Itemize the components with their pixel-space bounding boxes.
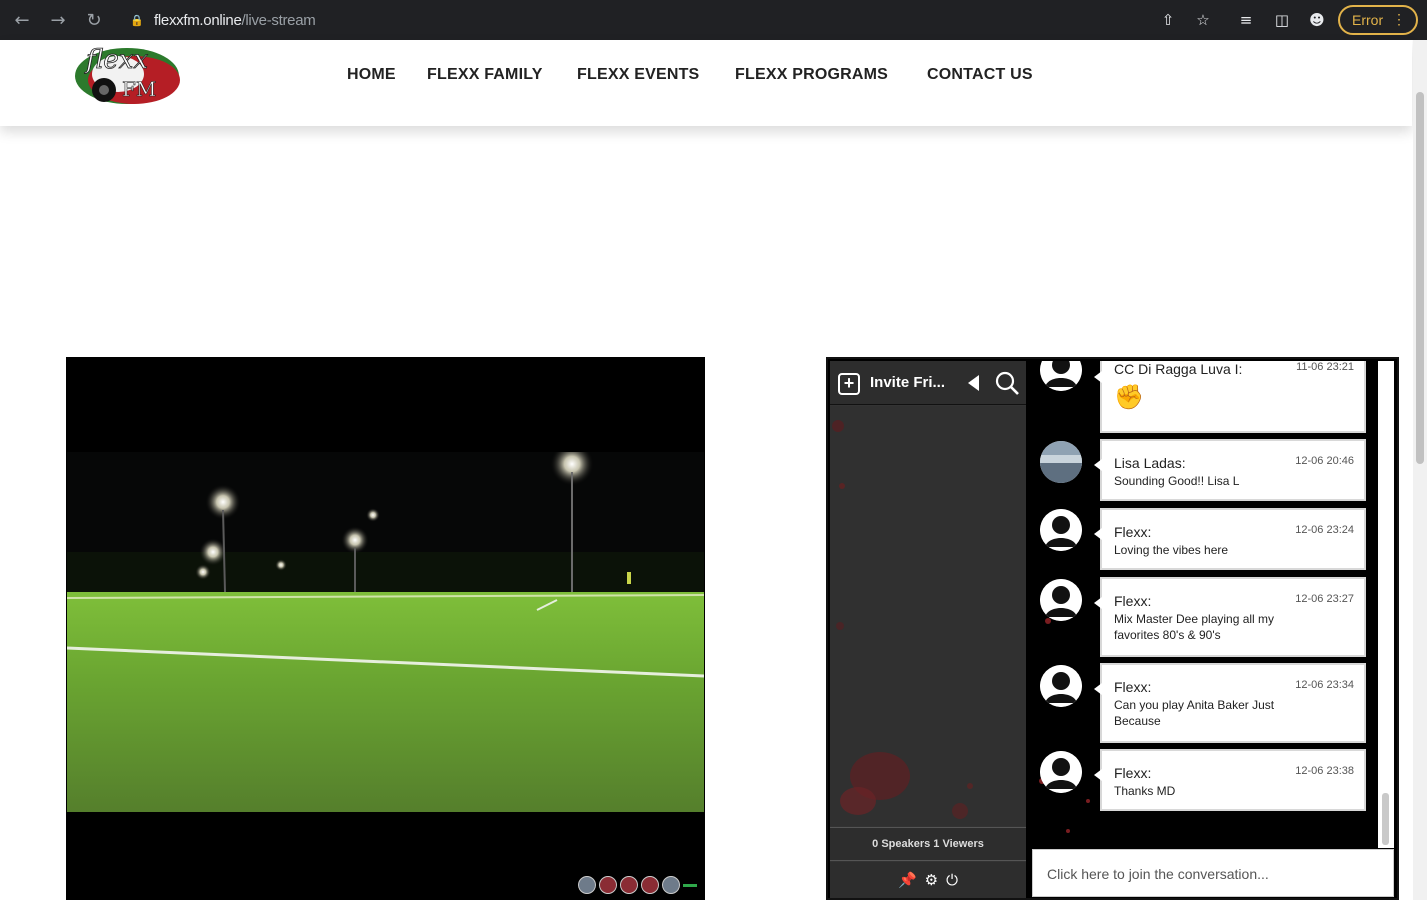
chat-messages: CC Di Ragga Luva I: 11-06 23:21 ✊ Lisa L… xyxy=(1028,361,1397,898)
nav-flexx-programs[interactable]: FLEXX PROGRAMS xyxy=(735,66,888,84)
plus-icon[interactable]: + xyxy=(838,373,860,395)
message-author: CC Di Ragga Luva I: xyxy=(1114,361,1243,377)
address-bar[interactable]: 🔒 flexxfm.online/live-stream xyxy=(118,6,1338,34)
nav-contact-us[interactable]: CONTACT US xyxy=(927,66,1033,84)
message-time: 12-06 23:27 xyxy=(1295,593,1354,605)
avatar xyxy=(1040,441,1082,483)
badge-icon xyxy=(578,876,596,894)
nav-flexx-events[interactable]: FLEXX EVENTS xyxy=(577,66,699,84)
join-placeholder: Click here to join the conversation... xyxy=(1047,866,1269,882)
chat-scrollbar-thumb[interactable] xyxy=(1382,793,1389,845)
chat-tools: 📌 ⚙ ⏻ xyxy=(830,862,1026,898)
message-time: 12-06 23:34 xyxy=(1295,679,1354,691)
stream-badges xyxy=(578,876,697,894)
url-path: /live-stream xyxy=(241,11,316,29)
chat-message: Flexx: 12-06 23:24 Loving the vibes here xyxy=(1094,508,1366,570)
message-author: Flexx: xyxy=(1114,593,1152,609)
chat-topbar: + Invite Fri... xyxy=(830,361,1026,405)
avatar xyxy=(1040,509,1082,551)
chat-scrollbar[interactable] xyxy=(1378,361,1394,848)
reading-list-icon[interactable]: ≡ xyxy=(1236,10,1256,30)
arrow-left-icon[interactable]: ← xyxy=(10,8,34,32)
video-player[interactable] xyxy=(66,357,705,900)
url-host: flexxfm.online xyxy=(154,11,242,29)
nav-home[interactable]: HOME xyxy=(347,66,396,84)
message-author: Lisa Ladas: xyxy=(1114,455,1186,471)
flexx-fm-logo[interactable]: flexx FM xyxy=(72,40,182,106)
avatar xyxy=(1040,751,1082,793)
browser-toolbar: ← → ↻ 🔒 flexxfm.online/live-stream ⇧ ☆ ≡… xyxy=(0,0,1427,40)
chat-message: Flexx: 12-06 23:27 Mix Master Dee playin… xyxy=(1094,577,1366,657)
gear-icon[interactable]: ⚙ xyxy=(925,871,938,889)
page-scrollbar-thumb[interactable] xyxy=(1416,92,1424,464)
badge-icon xyxy=(662,876,680,894)
message-text: Thanks MD xyxy=(1114,784,1176,798)
error-button[interactable]: Error ⋮ xyxy=(1338,5,1418,35)
badge-icon xyxy=(683,883,697,887)
logo-text-top: flexx xyxy=(84,45,148,75)
menu-icon[interactable]: ⋮ xyxy=(1392,11,1406,28)
profile-icon[interactable]: ☻ xyxy=(1307,10,1327,30)
fist-emoji-icon: ✊ xyxy=(1114,383,1144,411)
message-text: Can you play Anita Baker Just Because xyxy=(1114,698,1275,728)
message-text: Mix Master Dee playing all my favorites … xyxy=(1114,612,1275,642)
lock-icon[interactable]: 🔒 xyxy=(130,13,144,27)
error-label: Error xyxy=(1352,12,1384,28)
logo-text-bottom: FM xyxy=(122,77,156,101)
message-time: 11-06 23:21 xyxy=(1296,361,1354,373)
collapse-icon[interactable] xyxy=(968,375,979,391)
message-author: Flexx: xyxy=(1114,524,1152,540)
avatar xyxy=(1040,579,1082,621)
message-author: Flexx: xyxy=(1114,765,1152,781)
badge-icon xyxy=(599,876,617,894)
join-conversation-input[interactable]: Click here to join the conversation... xyxy=(1032,849,1394,897)
message-time: 12-06 23:38 xyxy=(1295,765,1354,777)
speakers-count: 0 Speakers 1 Viewers xyxy=(830,827,1026,861)
chat-message: Flexx: 12-06 23:34 Can you play Anita Ba… xyxy=(1094,663,1366,743)
chat-message: Lisa Ladas: 12-06 20:46 Sounding Good!! … xyxy=(1094,439,1366,501)
video-frame xyxy=(67,452,704,812)
arrow-right-icon[interactable]: → xyxy=(46,8,70,32)
star-icon[interactable]: ☆ xyxy=(1193,10,1213,30)
badge-icon xyxy=(641,876,659,894)
message-author: Flexx: xyxy=(1114,679,1152,695)
site-header: flexx FM HOME FLEXX FAMILY FLEXX EVENTS … xyxy=(0,40,1412,126)
page-scrollbar[interactable] xyxy=(1413,40,1427,900)
avatar xyxy=(1040,665,1082,707)
users-panel xyxy=(830,406,1026,826)
nav-flexx-family[interactable]: FLEXX FAMILY xyxy=(427,66,543,84)
chat-users-column: + Invite Fri... 0 Speakers 1 Viewers 📌 ⚙… xyxy=(830,361,1026,898)
chat-message: Flexx: 12-06 23:38 Thanks MD xyxy=(1094,749,1366,811)
pin-icon[interactable]: 📌 xyxy=(898,871,917,889)
invite-friends-button[interactable]: Invite Fri... xyxy=(870,374,945,391)
chat-widget: + Invite Fri... 0 Speakers 1 Viewers 📌 ⚙… xyxy=(826,357,1399,900)
badge-icon xyxy=(620,876,638,894)
chat-message: CC Di Ragga Luva I: 11-06 23:21 ✊ xyxy=(1094,361,1366,433)
message-text: Loving the vibes here xyxy=(1114,543,1229,557)
message-time: 12-06 20:46 xyxy=(1295,455,1354,467)
power-icon[interactable]: ⏻ xyxy=(946,871,958,889)
search-icon[interactable] xyxy=(994,370,1020,396)
message-text: Sounding Good!! Lisa L xyxy=(1114,474,1240,488)
reload-icon[interactable]: ↻ xyxy=(82,8,106,32)
side-panel-icon[interactable]: ◫ xyxy=(1272,10,1292,30)
message-time: 12-06 23:24 xyxy=(1295,524,1354,536)
share-icon[interactable]: ⇧ xyxy=(1158,10,1178,30)
